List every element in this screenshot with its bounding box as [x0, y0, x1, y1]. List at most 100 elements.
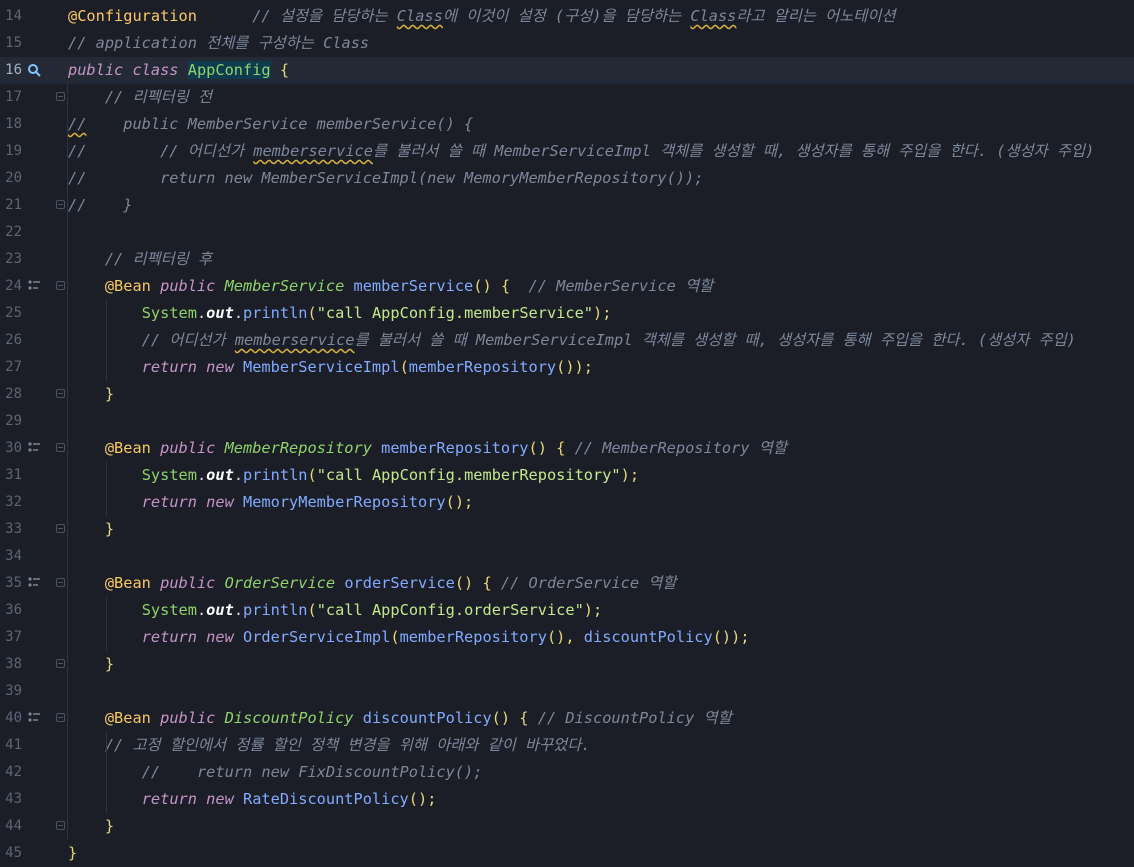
- line-number[interactable]: 19: [0, 138, 22, 165]
- code-token: Class: [396, 7, 443, 25]
- code-token: 고정 할인에서 정률 할인 정책 변경을 위해 아래와 같이 바꾸었다: [132, 736, 582, 754]
- spring-bean-icon[interactable]: [26, 441, 42, 457]
- line-number[interactable]: 17: [0, 84, 22, 111]
- code-line[interactable]: 32 return new MemoryMemberRepository();: [0, 489, 1134, 516]
- code-line[interactable]: 38 }: [0, 651, 1134, 678]
- line-number[interactable]: 23: [0, 246, 22, 273]
- line-number[interactable]: 45: [0, 840, 22, 867]
- code-token: }: [68, 844, 78, 862]
- code-line[interactable]: 45}: [0, 840, 1134, 867]
- fold-marker-icon[interactable]: [56, 578, 65, 587]
- code-token: // OrderService: [500, 574, 649, 592]
- line-number[interactable]: 36: [0, 597, 22, 624]
- line-number[interactable]: 28: [0, 381, 22, 408]
- line-number[interactable]: 35: [0, 570, 22, 597]
- code-line[interactable]: 35 @Bean public OrderService orderServic…: [0, 570, 1134, 597]
- code-token: (: [399, 358, 409, 376]
- code-token: // DiscountPolicy: [537, 709, 704, 727]
- fold-marker-icon[interactable]: [56, 281, 65, 290]
- code-line[interactable]: 41 // 고정 할인에서 정률 할인 정책 변경을 위해 아래와 같이 바꾸었…: [0, 732, 1134, 759]
- code-token: 생성자를 통해 주입을 한다: [795, 142, 978, 160]
- code-editor[interactable]: 14 @Configuration // 설정을 담당하는 Class에 이것이 …: [0, 0, 1134, 867]
- code-token: println: [243, 466, 308, 484]
- code-line[interactable]: 37 return new OrderServiceImpl(memberRep…: [0, 624, 1134, 651]
- fold-marker-icon[interactable]: [56, 92, 65, 101]
- code-line[interactable]: 43 return new RateDiscountPolicy();: [0, 786, 1134, 813]
- line-number[interactable]: 22: [0, 219, 22, 246]
- line-number[interactable]: 32: [0, 489, 22, 516]
- line-number[interactable]: 31: [0, 462, 22, 489]
- code-line[interactable]: 30 @Bean public MemberRepository memberR…: [0, 435, 1134, 462]
- line-number[interactable]: 38: [0, 651, 22, 678]
- code-token: // return new FixDiscountPolicy();: [141, 763, 483, 781]
- line-number[interactable]: 20: [0, 165, 22, 192]
- spring-bean-icon[interactable]: [26, 576, 42, 592]
- fold-marker-icon[interactable]: [56, 200, 65, 209]
- line-number[interactable]: 29: [0, 408, 22, 435]
- code-line[interactable]: 34: [0, 543, 1134, 570]
- fold-marker-icon[interactable]: [56, 389, 65, 398]
- line-number[interactable]: 43: [0, 786, 22, 813]
- code-token: memberRepository: [381, 439, 529, 457]
- code-line[interactable]: 28 }: [0, 381, 1134, 408]
- fold-marker-icon[interactable]: [56, 821, 65, 830]
- line-number[interactable]: 41: [0, 732, 22, 759]
- code-text: // return new FixDiscountPolicy();: [68, 759, 483, 786]
- code-line[interactable]: 22: [0, 219, 1134, 246]
- line-number[interactable]: 30: [0, 435, 22, 462]
- code-line[interactable]: 36 System.out.println("call AppConfig.or…: [0, 597, 1134, 624]
- line-number[interactable]: 16: [0, 57, 22, 84]
- code-line[interactable]: 26 // 어디선가 memberservice를 불러서 쓸 때 Member…: [0, 327, 1134, 354]
- line-number[interactable]: 15: [0, 30, 22, 57]
- code-token: "call AppConfig.orderService": [316, 601, 584, 619]
- code-line[interactable]: 19 // // 어디선가 memberservice를 불러서 쓸 때 Memb…: [0, 138, 1134, 165]
- line-number[interactable]: 21: [0, 192, 22, 219]
- line-number[interactable]: 14: [0, 3, 22, 30]
- fold-marker-icon[interactable]: [56, 659, 65, 668]
- code-line[interactable]: 20 // return new MemberServiceImpl(new Me…: [0, 165, 1134, 192]
- spring-bean-icon[interactable]: [26, 711, 42, 727]
- code-text: return new MemoryMemberRepository();: [68, 489, 474, 516]
- code-vision-bulb-icon[interactable]: [26, 63, 42, 79]
- code-line[interactable]: 16 public class AppConfig {: [0, 57, 1134, 84]
- code-line[interactable]: 39: [0, 678, 1134, 705]
- code-line[interactable]: 44 }: [0, 813, 1134, 840]
- code-line[interactable]: 14 @Configuration // 설정을 담당하는 Class에 이것이 …: [0, 3, 1134, 30]
- code-line[interactable]: 17 // 리펙터링 전: [0, 84, 1134, 111]
- line-number[interactable]: 39: [0, 678, 22, 705]
- code-token: OrderServiceImpl: [243, 628, 391, 646]
- code-line[interactable]: 42 // return new FixDiscountPolicy();: [0, 759, 1134, 786]
- code-token: // MemberService: [528, 277, 686, 295]
- code-line[interactable]: 18 // public MemberService memberService(…: [0, 111, 1134, 138]
- code-line[interactable]: 33 }: [0, 516, 1134, 543]
- fold-marker-icon[interactable]: [56, 713, 65, 722]
- code-line[interactable]: 40 @Bean public DiscountPolicy discountP…: [0, 705, 1134, 732]
- line-number[interactable]: 27: [0, 354, 22, 381]
- code-line[interactable]: 27 return new MemberServiceImpl(memberRe…: [0, 354, 1134, 381]
- line-number[interactable]: 18: [0, 111, 22, 138]
- code-line[interactable]: 29: [0, 408, 1134, 435]
- line-number[interactable]: 33: [0, 516, 22, 543]
- line-number[interactable]: 42: [0, 759, 22, 786]
- code-token: 리펙터링 후: [132, 250, 213, 268]
- line-number[interactable]: 26: [0, 327, 22, 354]
- line-number[interactable]: 44: [0, 813, 22, 840]
- fold-marker-icon[interactable]: [56, 524, 65, 533]
- code-line[interactable]: 31 System.out.println("call AppConfig.me…: [0, 462, 1134, 489]
- code-line[interactable]: 23 // 리펙터링 후: [0, 246, 1134, 273]
- fold-marker-icon[interactable]: [56, 443, 65, 452]
- code-line[interactable]: 15 // application 전체를 구성하는 Class: [0, 30, 1134, 57]
- line-number[interactable]: 34: [0, 543, 22, 570]
- spring-bean-icon[interactable]: [26, 279, 42, 295]
- code-token: ());: [556, 358, 593, 376]
- line-number[interactable]: 37: [0, 624, 22, 651]
- line-number[interactable]: 25: [0, 300, 22, 327]
- code-token: (: [554, 7, 565, 25]
- line-number[interactable]: 24: [0, 273, 22, 300]
- code-line[interactable]: 24 @Bean public MemberService memberServ…: [0, 273, 1134, 300]
- line-number[interactable]: 40: [0, 705, 22, 732]
- code-line[interactable]: 25 System.out.println("call AppConfig.me…: [0, 300, 1134, 327]
- code-line[interactable]: 21 // }: [0, 192, 1134, 219]
